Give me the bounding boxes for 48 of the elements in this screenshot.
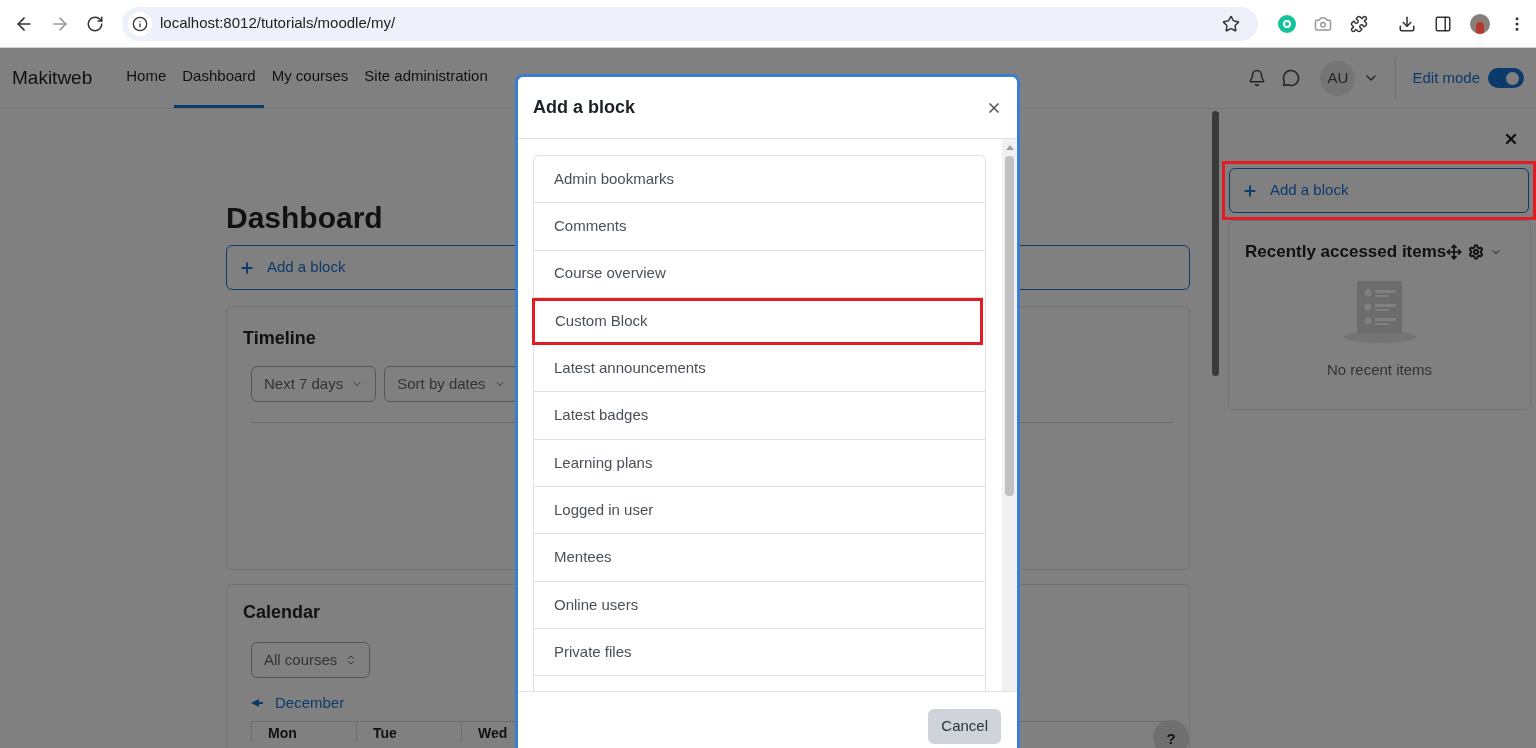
puzzle-icon[interactable] <box>1350 14 1368 33</box>
nav-tab[interactable]: Dashboard <box>174 48 264 108</box>
scrollbar[interactable] <box>1002 139 1017 691</box>
nav-tab[interactable]: Home <box>118 48 175 108</box>
cancel-button[interactable]: Cancel <box>928 709 1001 744</box>
side-panel-icon[interactable] <box>1434 14 1452 33</box>
address-bar[interactable]: localhost:8012/tutorials/moodle/my/ <box>122 6 1258 41</box>
block-list-item[interactable]: Course overview <box>534 250 985 298</box>
column-header: Tue <box>356 721 461 741</box>
profile-avatar[interactable] <box>1470 13 1490 34</box>
card-title: Calendar <box>243 601 321 624</box>
block-list-item[interactable]: Comments <box>534 203 985 251</box>
close-icon[interactable] <box>1503 131 1519 147</box>
plus-icon <box>1242 182 1258 199</box>
site-info-icon[interactable] <box>128 11 152 36</box>
help-button[interactable]: ? <box>1153 720 1189 748</box>
block-list-item[interactable]: Private files <box>534 628 985 677</box>
nav-tab[interactable]: My courses <box>263 48 357 108</box>
plus-icon <box>239 259 255 276</box>
dialog-title: Add a block <box>533 96 635 119</box>
move-icon[interactable] <box>1446 243 1463 260</box>
block-list-item[interactable]: Custom Block <box>532 297 983 346</box>
card-title: Recently accessed items <box>1245 241 1447 263</box>
settings-icon[interactable] <box>1468 243 1485 260</box>
notifications-icon[interactable] <box>1248 69 1267 87</box>
messages-icon[interactable] <box>1282 69 1301 87</box>
page-title: Dashboard <box>226 200 383 236</box>
block-list-item[interactable]: Learning plans <box>534 439 985 488</box>
block-list-item[interactable]: Online users <box>534 581 985 629</box>
empty-message: No recent items <box>1326 359 1432 380</box>
block-list-item[interactable]: Mentees <box>534 534 985 582</box>
edit-mode-label: Edit mode <box>1412 67 1480 88</box>
card-title: Timeline <box>243 327 316 350</box>
block-list-item[interactable]: Admin bookmarks <box>534 156 985 204</box>
column-header: Mon <box>251 721 356 741</box>
url-text: localhost:8012/tutorials/moodle/my/ <box>160 13 396 34</box>
reload-icon[interactable] <box>86 14 104 33</box>
camera-icon[interactable] <box>1314 14 1332 33</box>
previous-month-icon[interactable] <box>251 699 263 708</box>
block-list-item[interactable]: Latest badges <box>534 392 985 440</box>
block-list-item[interactable]: Logged in user <box>534 487 985 535</box>
block-list-item[interactable]: Latest announcements <box>534 345 985 393</box>
bookmark-star-icon[interactable] <box>1222 14 1240 33</box>
edit-mode-toggle[interactable] <box>1488 68 1524 88</box>
nav-tab[interactable]: Site administration <box>356 48 496 108</box>
brand-name[interactable]: Makitweb <box>12 63 93 93</box>
scrollbar[interactable] <box>1212 111 1219 376</box>
download-icon[interactable] <box>1398 14 1416 33</box>
